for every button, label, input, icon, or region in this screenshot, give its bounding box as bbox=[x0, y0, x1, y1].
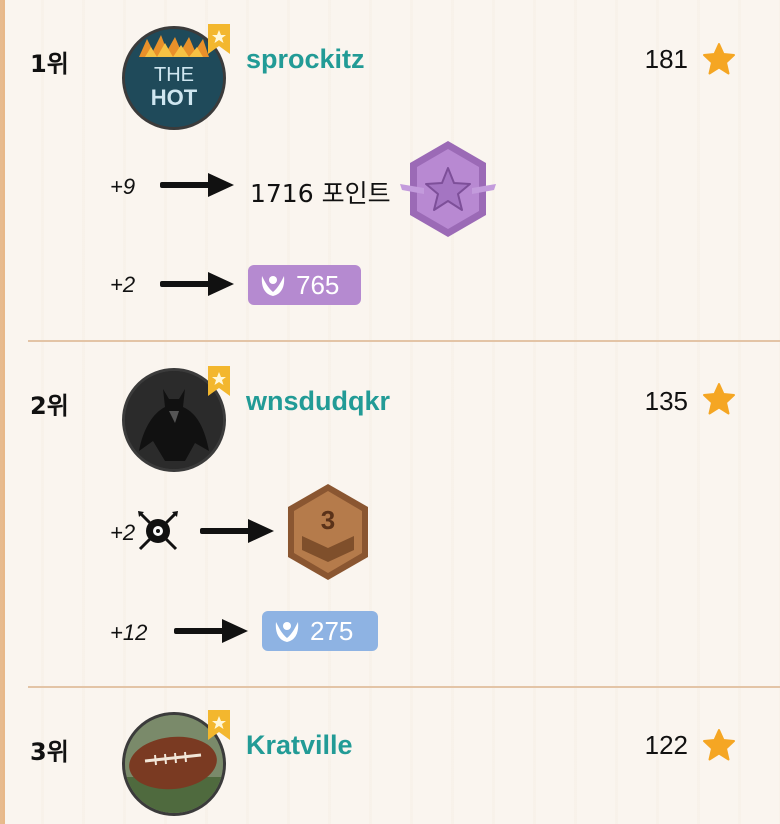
reward-row-badge: +2 3 bbox=[0, 484, 780, 580]
laurel-icon bbox=[275, 622, 299, 642]
bookmark-ribbon-icon bbox=[208, 710, 230, 740]
avatar-text-1: THE bbox=[154, 64, 194, 86]
laurel-icon bbox=[261, 276, 285, 296]
badge-number: 3 bbox=[321, 505, 335, 535]
user-avatar[interactable] bbox=[122, 710, 230, 816]
star-score: 122 bbox=[644, 730, 688, 760]
delta-value: +2 bbox=[110, 520, 136, 545]
leaderboard-entry-3: 3위 Kratville 122 bbox=[0, 688, 780, 824]
rank-label: 1위 bbox=[30, 50, 69, 78]
leaderboard-entry-1: 1위 THE HOT sprockitz 181 +9 1716 포인트 +2 … bbox=[0, 0, 780, 342]
username-link[interactable]: wnsdudqkr bbox=[246, 386, 390, 417]
points-total: 1716 포인트 bbox=[250, 179, 391, 208]
right-arrow-icon bbox=[160, 173, 234, 197]
star-icon bbox=[703, 729, 735, 761]
crossed-swords-icon bbox=[138, 511, 178, 551]
rank-label: 2위 bbox=[30, 392, 69, 420]
reward-row-points: +9 1716 포인트 bbox=[0, 141, 780, 237]
username-link[interactable]: sprockitz bbox=[246, 44, 365, 75]
star-icon bbox=[703, 383, 735, 415]
reward-row-laurel: +12 275 bbox=[0, 604, 780, 664]
user-avatar[interactable] bbox=[122, 366, 230, 472]
purple-star-hexagon-icon bbox=[400, 141, 496, 237]
user-avatar[interactable]: THE HOT bbox=[122, 24, 230, 130]
delta-value: +9 bbox=[110, 174, 136, 199]
laurel-badge-value: 275 bbox=[310, 616, 354, 646]
rank-label: 3위 bbox=[30, 738, 69, 766]
star-score: 135 bbox=[644, 386, 688, 416]
bookmark-ribbon-icon bbox=[208, 366, 230, 396]
username-link[interactable]: Kratville bbox=[246, 730, 353, 761]
star-icon bbox=[703, 43, 735, 75]
star-score: 181 bbox=[644, 44, 688, 74]
laurel-badge-value: 765 bbox=[296, 270, 340, 300]
bronze-chevron-hexagon-icon: 3 bbox=[288, 484, 368, 580]
reward-row-laurel: +2 765 bbox=[0, 262, 780, 322]
delta-value: +12 bbox=[110, 620, 148, 645]
delta-value: +2 bbox=[110, 272, 136, 297]
right-arrow-icon bbox=[160, 272, 234, 296]
leaderboard-entry-2: 2위 wnsdudqkr 135 +2 3 +12 275 bbox=[0, 342, 780, 688]
laurel-badge: 765 bbox=[248, 265, 361, 305]
bookmark-ribbon-icon bbox=[208, 24, 230, 54]
right-arrow-icon bbox=[174, 619, 248, 643]
laurel-badge: 275 bbox=[262, 611, 378, 651]
avatar-text-2: HOT bbox=[151, 85, 198, 110]
right-arrow-icon bbox=[200, 519, 274, 543]
